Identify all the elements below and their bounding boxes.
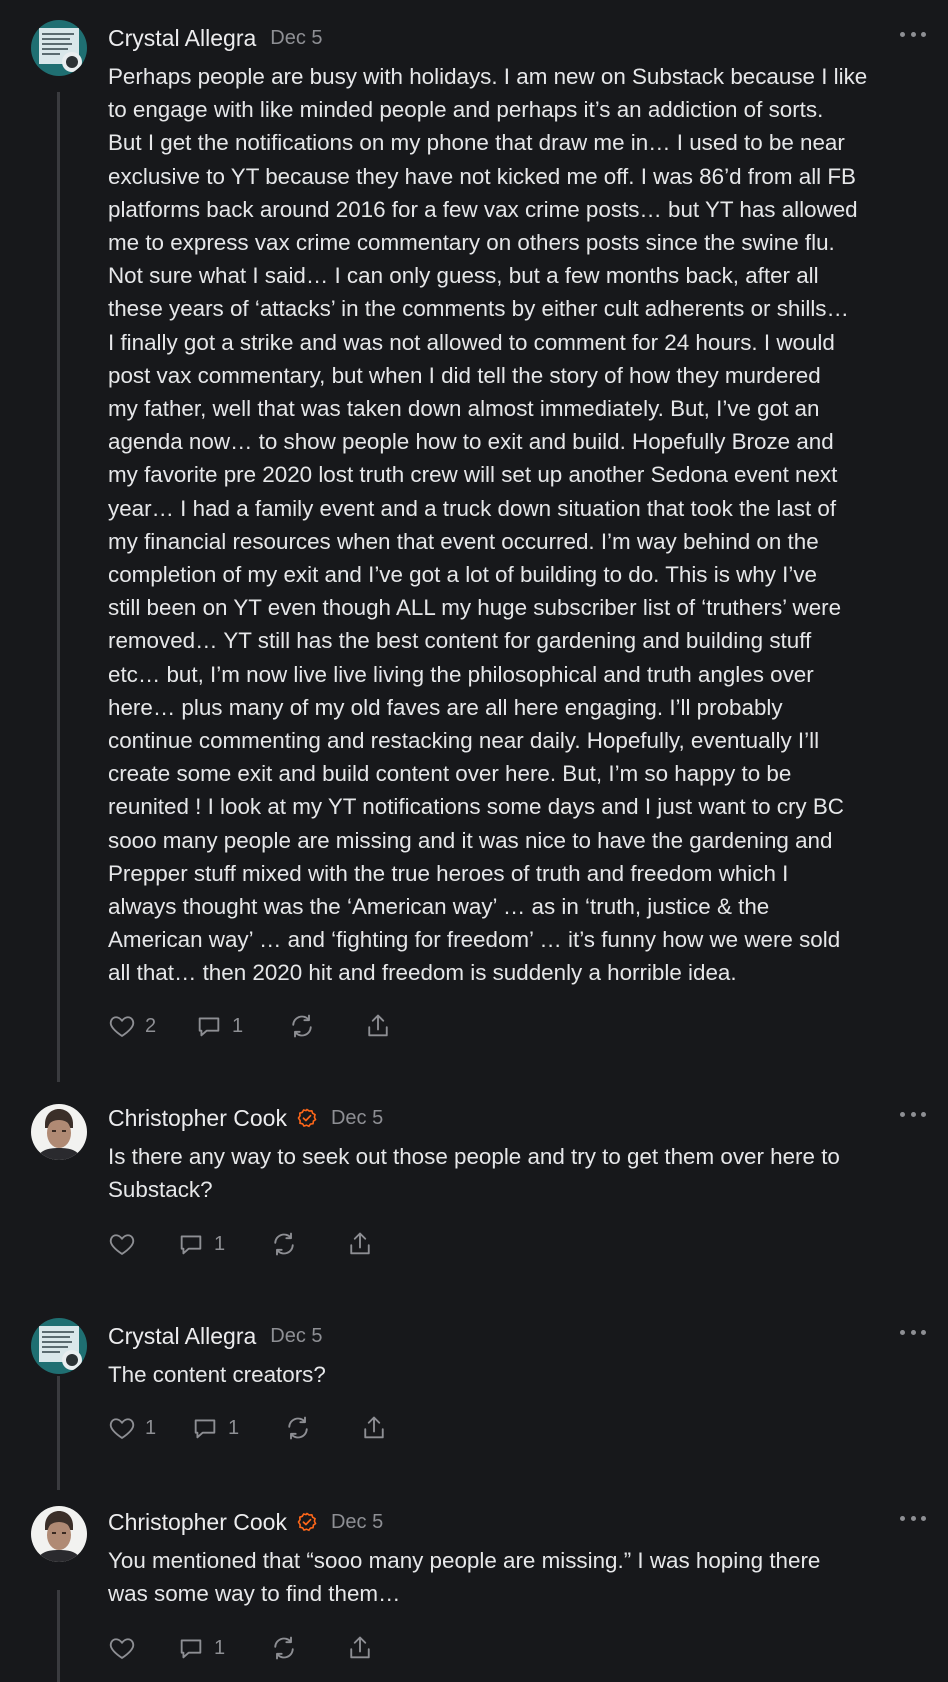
comment-date[interactable]: Dec 5 <box>270 27 322 50</box>
comment-header: Crystal Allegra Dec 5 <box>108 20 323 56</box>
avatar[interactable] <box>31 1104 87 1160</box>
comment-text: The content creators? <box>108 1362 326 1387</box>
share-icon <box>368 1014 388 1037</box>
heart-icon <box>109 1016 135 1037</box>
verified-icon <box>297 1512 317 1532</box>
comment-actions: 1 <box>108 1631 386 1665</box>
restack-button[interactable] <box>284 1414 360 1442</box>
comment-date[interactable]: Dec 5 <box>331 1107 383 1130</box>
share-icon <box>350 1636 370 1659</box>
like-button[interactable] <box>108 1230 177 1258</box>
comment-actions: 1 1 <box>108 1411 400 1445</box>
comment-text: Is there any way to seek out those peopl… <box>108 1144 840 1203</box>
verified-icon <box>297 1108 317 1128</box>
restack-icon <box>292 1014 312 1038</box>
comment-icon <box>198 1017 220 1037</box>
comment-actions: 2 1 <box>108 1009 404 1043</box>
restack-icon <box>288 1416 308 1440</box>
share-icon <box>364 1416 384 1439</box>
reply-button[interactable]: 1 <box>195 1012 288 1040</box>
thread-line <box>57 92 60 1082</box>
thread-line <box>57 1590 60 1682</box>
comment-text: Perhaps people are busy with holidays. I… <box>108 64 868 986</box>
comment-text: You mentioned that “sooo many people are… <box>108 1548 821 1607</box>
share-button[interactable] <box>346 1634 386 1662</box>
reply-count: 1 <box>214 1636 226 1659</box>
reply-button[interactable]: 1 <box>177 1230 270 1258</box>
like-count: 2 <box>145 1014 157 1037</box>
thread-line <box>57 1376 60 1490</box>
heart-icon <box>109 1234 135 1255</box>
share-button[interactable] <box>346 1230 386 1258</box>
restack-button[interactable] <box>270 1634 346 1662</box>
share-icon <box>350 1232 370 1255</box>
comment-date[interactable]: Dec 5 <box>331 1511 383 1534</box>
author-name[interactable]: Christopher Cook <box>108 1509 287 1536</box>
comment-icon <box>180 1639 202 1659</box>
avatar[interactable] <box>31 1506 87 1562</box>
author-name[interactable]: Crystal Allegra <box>108 1323 256 1350</box>
avatar[interactable] <box>31 1318 87 1374</box>
author-name[interactable]: Crystal Allegra <box>108 25 256 52</box>
comment-header: Crystal Allegra Dec 5 <box>108 1318 323 1354</box>
reply-button[interactable]: 1 <box>177 1634 270 1662</box>
restack-button[interactable] <box>288 1012 364 1040</box>
like-button[interactable]: 2 <box>108 1012 195 1040</box>
heart-icon <box>109 1418 135 1439</box>
reply-button[interactable]: 1 <box>191 1414 284 1442</box>
more-icon[interactable] <box>900 22 926 46</box>
author-name[interactable]: Christopher Cook <box>108 1105 287 1132</box>
reply-count: 1 <box>228 1416 240 1439</box>
comment-header: Christopher Cook Dec 5 <box>108 1504 383 1540</box>
like-button[interactable] <box>108 1634 177 1662</box>
avatar[interactable] <box>31 20 87 76</box>
comment-icon <box>194 1419 216 1439</box>
more-icon[interactable] <box>900 1102 926 1126</box>
comment-actions: 1 <box>108 1227 386 1261</box>
heart-icon <box>109 1638 135 1659</box>
more-icon[interactable] <box>900 1320 926 1344</box>
like-count: 1 <box>145 1416 157 1439</box>
reply-count: 1 <box>214 1232 226 1255</box>
share-button[interactable] <box>360 1414 400 1442</box>
reply-count: 1 <box>232 1014 244 1037</box>
comment-header: Christopher Cook Dec 5 <box>108 1100 383 1136</box>
restack-icon <box>274 1636 294 1660</box>
restack-icon <box>274 1232 294 1256</box>
comment-icon <box>180 1235 202 1255</box>
more-icon[interactable] <box>900 1506 926 1530</box>
comment-date[interactable]: Dec 5 <box>270 1325 322 1348</box>
restack-button[interactable] <box>270 1230 346 1258</box>
share-button[interactable] <box>364 1012 404 1040</box>
like-button[interactable]: 1 <box>108 1414 191 1442</box>
